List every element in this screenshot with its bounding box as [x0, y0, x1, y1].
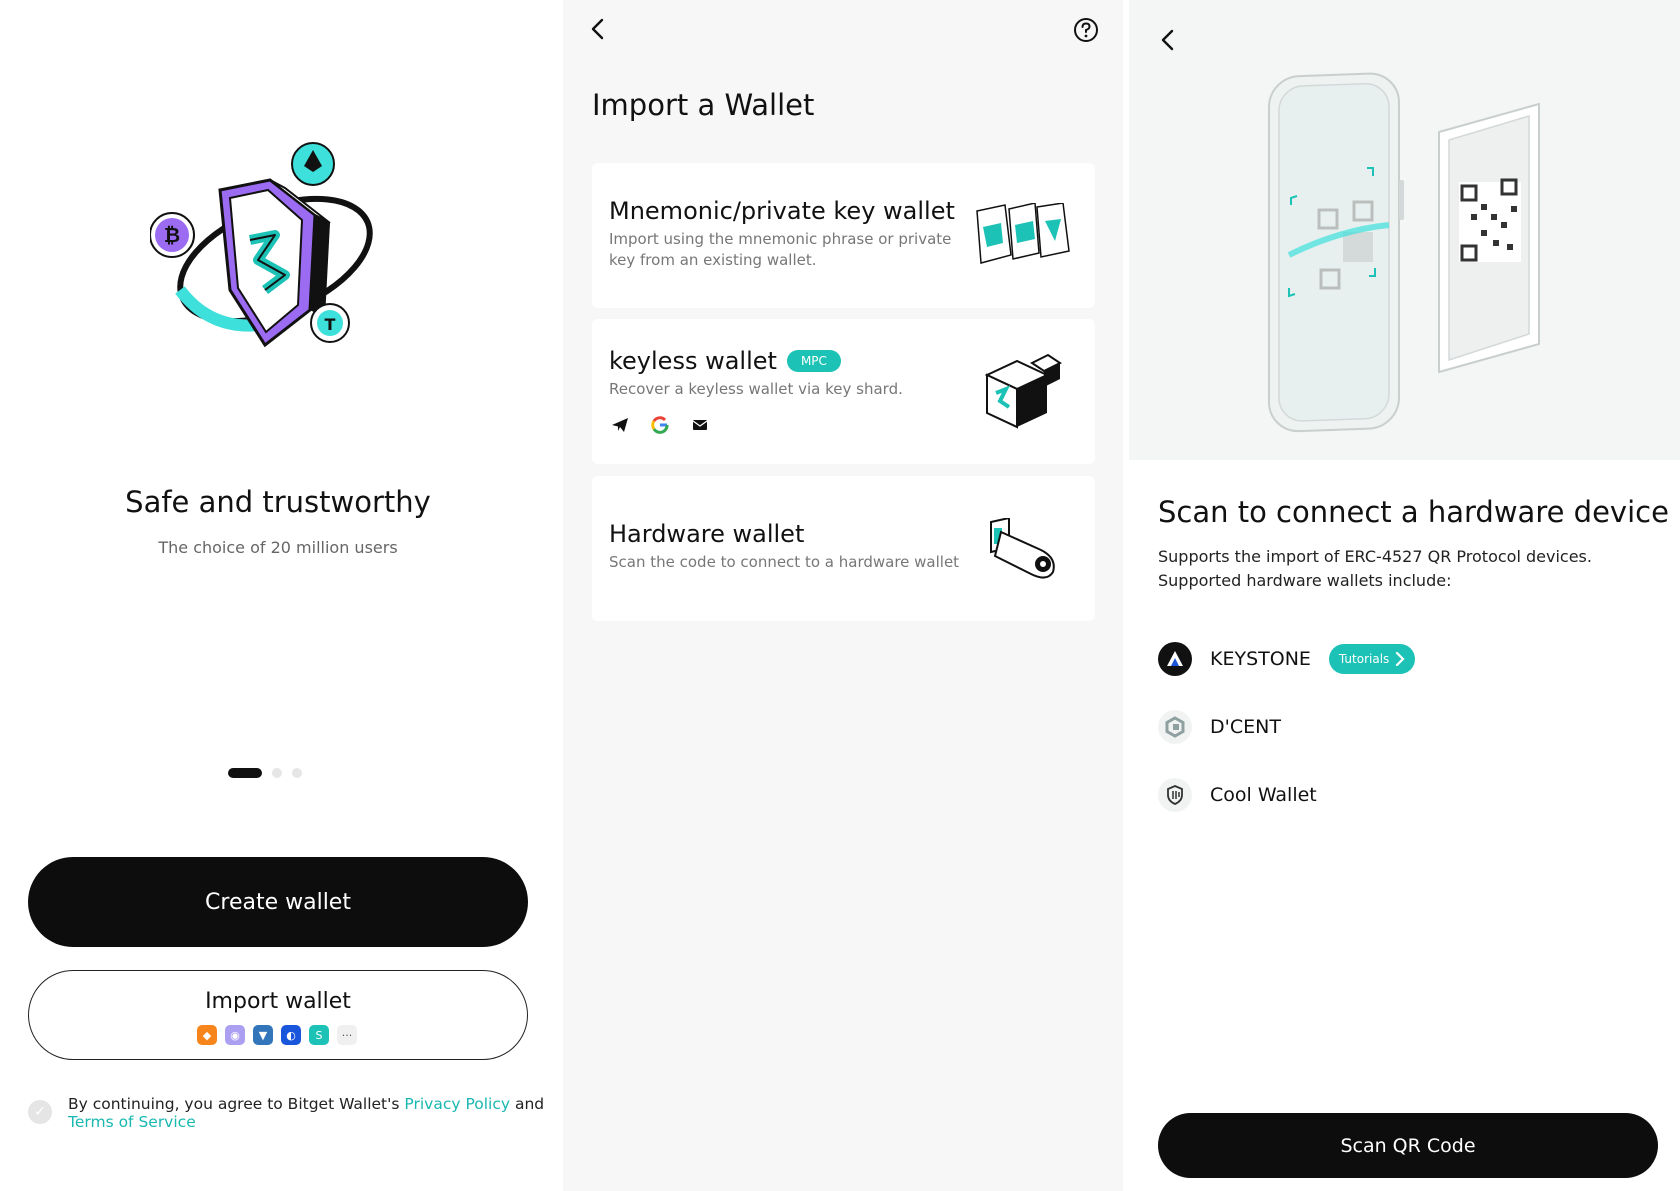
device-name: D'CENT: [1210, 716, 1281, 738]
recovery-methods: [609, 414, 711, 436]
bitget-icon: S: [309, 1025, 329, 1045]
option-description: Scan the code to connect to a hardware w…: [609, 553, 960, 571]
tutorials-label: Tutorials: [1338, 652, 1390, 666]
key-shard-cube-icon: [984, 353, 1062, 429]
welcome-title: Safe and trustworthy: [125, 485, 431, 519]
chevron-right-icon: [1396, 652, 1405, 666]
page-title: Import a Wallet: [592, 88, 815, 122]
hardware-wallet-option[interactable]: Hardware wallet Scan the code to connect…: [592, 476, 1095, 621]
help-icon[interactable]: [1073, 17, 1099, 43]
svg-text:₿: ₿: [164, 223, 180, 247]
agreement-text: By continuing, you agree to Bitget Walle…: [68, 1095, 548, 1131]
coolwallet-logo-icon: [1158, 778, 1192, 812]
option-description: Recover a keyless wallet via key shard.: [609, 380, 903, 398]
device-row-coolwallet[interactable]: Cool Wallet: [1158, 775, 1317, 815]
telegram-icon: [612, 418, 628, 432]
option-title-text: keyless wallet: [609, 347, 777, 375]
back-arrow-icon[interactable]: [1156, 28, 1180, 52]
trust-wallet-icon: ▼: [253, 1025, 273, 1045]
agreement-and: and: [510, 1095, 545, 1113]
key-cards-icon: [976, 203, 1070, 264]
carousel-dot-active[interactable]: [228, 768, 262, 778]
dcent-logo-icon: [1158, 710, 1192, 744]
mnemonic-wallet-option[interactable]: Mnemonic/private key wallet Import using…: [592, 163, 1095, 308]
svg-text:T: T: [325, 315, 336, 334]
import-wallet-screen: Import a Wallet Mnemonic/private key wal…: [563, 0, 1123, 1191]
option-title: Mnemonic/private key wallet: [609, 197, 955, 225]
option-title: Hardware wallet: [609, 520, 805, 548]
carousel-indicator[interactable]: [228, 767, 302, 779]
qr-code-icon: [1459, 178, 1521, 262]
google-icon: [651, 416, 669, 434]
agree-checkbox[interactable]: ✓: [28, 1100, 52, 1124]
phantom-icon: ◉: [225, 1025, 245, 1045]
supported-wallet-icons: ◆ ◉ ▼ ◐ S ···: [197, 1025, 357, 1045]
device-row-keystone[interactable]: KEYSTONE Tutorials: [1158, 639, 1416, 679]
more-icon: ···: [337, 1025, 357, 1045]
safepal-icon: ◐: [281, 1025, 301, 1045]
email-icon: [692, 420, 708, 430]
metamask-icon: ◆: [197, 1025, 217, 1045]
shield-hero-illustration: ₿ T: [150, 142, 373, 348]
import-wallet-label: Import wallet: [205, 989, 351, 1014]
scan-illustration-area: [1129, 0, 1680, 460]
create-wallet-button[interactable]: Create wallet: [28, 857, 528, 947]
privacy-policy-link[interactable]: Privacy Policy: [404, 1095, 510, 1113]
tutorials-button[interactable]: Tutorials: [1328, 644, 1416, 674]
page-title: Scan to connect a hardware device: [1158, 495, 1669, 529]
hardware-wallet-screen: Scan to connect a hardware device Suppor…: [1129, 0, 1680, 1191]
welcome-subtitle: The choice of 20 million users: [158, 538, 398, 557]
keyless-wallet-option[interactable]: keyless wallet MPC Recover a keyless wall…: [592, 319, 1095, 464]
terms-of-service-link[interactable]: Terms of Service: [68, 1113, 196, 1131]
carousel-dot[interactable]: [292, 768, 302, 778]
back-arrow-icon[interactable]: [586, 17, 610, 41]
mpc-badge: MPC: [786, 350, 841, 372]
welcome-screen: ₿ T Safe and trustworthy The choice of 2…: [0, 0, 563, 1191]
option-description: Import using the mnemonic phrase or priv…: [609, 230, 952, 269]
carousel-dot[interactable]: [272, 768, 282, 778]
import-wallet-button[interactable]: Import wallet ◆ ◉ ▼ ◐ S ···: [28, 970, 528, 1060]
option-title: keyless wallet MPC: [609, 347, 841, 375]
hardware-device-icon: [990, 518, 1055, 579]
keystone-logo-icon: [1158, 642, 1192, 676]
device-name: Cool Wallet: [1210, 784, 1317, 806]
scan-qr-code-button[interactable]: Scan QR Code: [1158, 1113, 1658, 1178]
agreement-prefix: By continuing, you agree to Bitget Walle…: [68, 1095, 405, 1113]
page-description: Supports the import of ERC-4527 QR Proto…: [1158, 547, 1592, 590]
phone-scanning-illustration: [1268, 72, 1540, 433]
device-name: KEYSTONE: [1210, 648, 1311, 670]
device-row-dcent[interactable]: D'CENT: [1158, 707, 1281, 747]
